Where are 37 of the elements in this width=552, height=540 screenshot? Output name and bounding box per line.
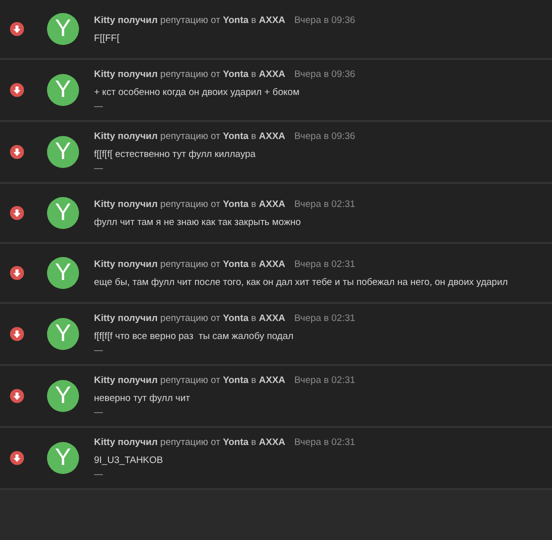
message-text: 9I_U3_TAHKOB	[94, 455, 164, 466]
entry-date: Вчера в 02:31	[294, 313, 356, 324]
entry-title: Kitty получил репутацию от Yonta в AXXA	[94, 14, 286, 26]
message-text: F[[FF[	[94, 32, 120, 44]
signature-text: —	[94, 407, 104, 417]
entry-title: Kitty получил репутацию от Yonta в AXXA	[94, 131, 286, 142]
avatar[interactable]: Y	[47, 13, 79, 45]
entry-title: Kitty получил репутацию от Yonta в AXXA	[94, 258, 286, 270]
message-text: f[f[f[f что все верно раз ты сам жалобу подал	[94, 331, 294, 342]
entry-date: Вчера в 09:36	[294, 131, 356, 142]
message-text: + кст особенно когда он двоих ударил + боком	[94, 87, 300, 98]
signature-text: —	[94, 101, 104, 111]
entry-date: Вчера в 02:31	[294, 375, 356, 386]
avatar[interactable]: Y	[47, 257, 79, 289]
entry-title: Kitty получил репутацию от Yonta в AXXA	[94, 69, 286, 80]
avatar[interactable]: Y	[47, 442, 79, 474]
entry-date: Вчера в 02:31	[294, 198, 356, 210]
signature-text: —	[94, 345, 104, 355]
entry-date: Вчера в 09:36	[294, 69, 356, 80]
message-text: f[[f[f[ естественно тут фулл киллаура	[94, 149, 257, 160]
entry-title: Kitty получил репутацию от Yonta в AXXA	[94, 198, 286, 210]
signature-text: —	[94, 469, 104, 479]
entry-title: Kitty получил репутацию от Yonta в AXXA	[94, 313, 286, 324]
avatar[interactable]: Y	[47, 380, 79, 412]
message-text: еще бы, там фулл чит после того, как он дал хит тебе и ты побежал на него, он двоих ударил	[94, 276, 508, 288]
entry-title: Kitty получил репутацию от Yonta в AXXA	[94, 437, 286, 448]
avatar[interactable]: Y	[47, 318, 79, 350]
entry-date: Вчера в 02:31	[294, 258, 356, 270]
entry-title: Kitty получил репутацию от Yonta в AXXA	[94, 375, 286, 386]
avatar[interactable]: Y	[47, 136, 79, 168]
message-text: фулл чит там я не знаю как так закрыть можно	[94, 216, 302, 228]
signature-text: —	[94, 163, 104, 173]
avatar[interactable]: Y	[47, 74, 79, 106]
avatar[interactable]: Y	[47, 197, 79, 229]
entry-date: Вчера в 02:31	[294, 437, 356, 448]
entry-date: Вчера в 09:36	[294, 14, 356, 26]
message-text: неверно тут фулл чит	[94, 393, 191, 404]
